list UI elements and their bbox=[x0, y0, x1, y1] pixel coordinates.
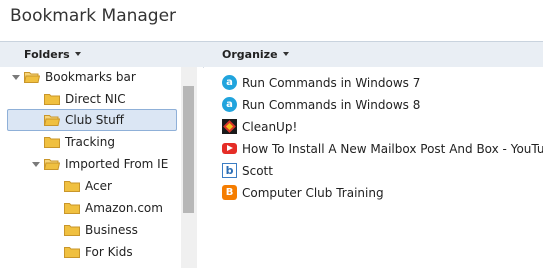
tree-item-label: Acer bbox=[85, 179, 112, 193]
bookmark-title: Scott bbox=[242, 164, 273, 178]
folder-icon bbox=[64, 247, 80, 258]
folder-icon bbox=[44, 137, 60, 148]
folder-icon bbox=[44, 94, 60, 105]
tree-item-label: For Kids bbox=[85, 245, 133, 259]
organize-menu-button[interactable]: Organize bbox=[222, 48, 289, 61]
chevron-down-icon bbox=[74, 52, 81, 56]
tree-item-business[interactable]: Business bbox=[0, 220, 180, 240]
folder-open-icon bbox=[24, 72, 40, 83]
organize-menu-label: Organize bbox=[222, 48, 278, 61]
bookmark-title: Computer Club Training bbox=[242, 186, 384, 200]
chevron-down-icon bbox=[282, 52, 289, 56]
tree-item-label: Amazon.com bbox=[85, 201, 163, 215]
about-icon: a bbox=[222, 75, 237, 90]
bookmark-list: a Run Commands in Windows 7 a Run Comman… bbox=[204, 67, 543, 268]
tree-item-amazon[interactable]: Amazon.com bbox=[0, 198, 180, 218]
about-icon: a bbox=[222, 97, 237, 112]
folder-open-icon bbox=[44, 115, 60, 126]
folder-tree: Bookmarks bar Direct NIC Club Stuff Trac… bbox=[0, 67, 203, 268]
tree-item-acer[interactable]: Acer bbox=[0, 176, 180, 196]
folder-icon bbox=[64, 203, 80, 214]
tree-item-direct-nic[interactable]: Direct NIC bbox=[0, 89, 180, 109]
folders-menu-button[interactable]: Folders bbox=[24, 48, 81, 61]
tree-item-label: Club Stuff bbox=[65, 113, 124, 127]
expand-arrow-icon[interactable] bbox=[12, 75, 20, 80]
tree-item-label: Tracking bbox=[65, 135, 115, 149]
tree-item-label: Business bbox=[85, 223, 138, 237]
blogger-icon: B bbox=[222, 185, 237, 200]
tree-item-imported-from-ie[interactable]: Imported From IE bbox=[0, 154, 180, 174]
folder-open-icon bbox=[44, 159, 60, 170]
folder-icon bbox=[64, 181, 80, 192]
cleanup-icon bbox=[222, 119, 237, 134]
toolbar-header: Folders Organize bbox=[0, 41, 543, 68]
window-title: Bookmark Manager bbox=[10, 6, 177, 26]
bookmark-title: How To Install A New Mailbox Post And Bo… bbox=[242, 142, 543, 156]
tree-item-label: Imported From IE bbox=[65, 157, 169, 171]
tree-item-label: Direct NIC bbox=[65, 92, 126, 106]
bookmark-title: CleanUp! bbox=[242, 120, 298, 134]
tree-item-club-stuff[interactable]: Club Stuff bbox=[0, 110, 180, 130]
bookmark-title: Run Commands in Windows 8 bbox=[242, 98, 421, 112]
expand-arrow-icon[interactable] bbox=[32, 162, 40, 167]
tree-item-bookmarks-bar[interactable]: Bookmarks bar bbox=[0, 67, 180, 87]
tree-item-tracking[interactable]: Tracking bbox=[0, 132, 180, 152]
tree-item-for-kids[interactable]: For Kids bbox=[0, 242, 180, 262]
scrollbar-thumb[interactable] bbox=[183, 86, 194, 213]
tree-item-label: Bookmarks bar bbox=[45, 70, 136, 84]
b-icon: b bbox=[222, 163, 237, 178]
folders-menu-label: Folders bbox=[24, 48, 70, 61]
youtube-icon bbox=[222, 143, 237, 154]
folder-icon bbox=[64, 225, 80, 236]
bookmark-title: Run Commands in Windows 7 bbox=[242, 76, 421, 90]
